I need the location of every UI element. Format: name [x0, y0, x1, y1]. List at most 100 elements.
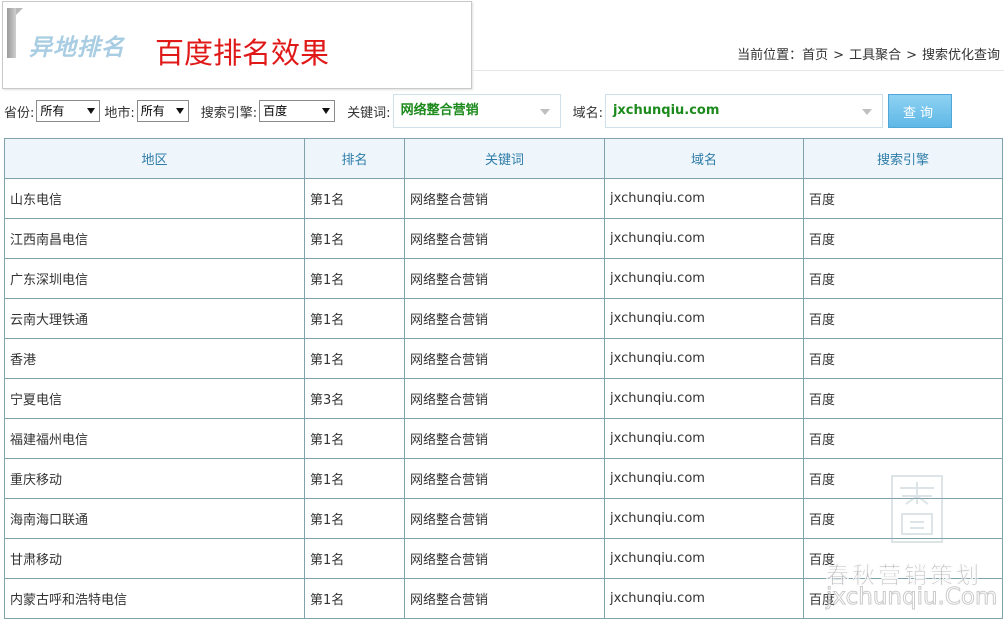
cell-keyword: 网络整合营销: [404, 258, 605, 299]
breadcrumb: 当前位置：首页 > 工具聚合 > 搜索优化查询: [737, 44, 1000, 63]
cell-keyword: 网络整合营销: [404, 418, 605, 459]
keyword-label: 关键词:: [347, 105, 391, 121]
table-row: 福建福州电信 第1名 网络整合营销 jxchunqiu.com 百度: [4, 418, 1003, 459]
filter-bar: 省份: 所有 地市: 所有 搜索引擎: 百度 关键词: 网络整合营销 域名: j…: [4, 92, 1002, 130]
cell-engine: 百度: [803, 338, 1003, 379]
city-value: 所有: [140, 104, 165, 118]
breadcrumb-separator: >: [906, 48, 917, 63]
results-table: 地区 排名 关键词 域名 搜索引擎 山东电信 第1名 网络整合营销 jxchunqiu…: [4, 138, 1003, 619]
cell-domain: jxchunqiu.com: [604, 178, 804, 219]
cell-engine: 百度: [803, 258, 1003, 299]
corner-tab-decoration: [7, 8, 23, 58]
cell-region: 云南大理铁通: [4, 298, 305, 339]
breadcrumb-current: 搜索优化查询: [921, 48, 1000, 63]
page: 异地排名 百度排名效果 当前位置：首页 > 工具聚合 > 搜索优化查询 省份: 所有 地…: [0, 0, 1006, 622]
cell-domain: jxchunqiu.com: [604, 218, 804, 259]
header-divider: [472, 70, 1004, 71]
header-engine: 搜索引擎: [803, 138, 1003, 179]
header-region: 地区: [4, 138, 305, 179]
province-value: 所有: [40, 104, 65, 118]
header-banner: 异地排名 百度排名效果: [2, 1, 472, 89]
cell-domain: jxchunqiu.com: [604, 418, 804, 459]
cell-engine: 百度: [803, 298, 1003, 339]
cell-engine: 百度: [803, 218, 1003, 259]
keyword-value: 网络整合营销: [400, 103, 479, 118]
cell-rank: 第1名: [304, 538, 405, 579]
header-domain: 域名: [604, 138, 804, 179]
chevron-down-icon: [87, 108, 96, 114]
cell-keyword: 网络整合营销: [404, 458, 605, 499]
cell-rank: 第1名: [304, 338, 405, 379]
cell-region: 宁夏电信: [4, 378, 305, 419]
chevron-down-icon: [175, 108, 184, 114]
city-label: 地市:: [104, 105, 135, 121]
table-row: 山东电信 第1名 网络整合营销 jxchunqiu.com 百度: [4, 178, 1003, 219]
domain-label: 域名:: [572, 105, 603, 121]
cell-rank: 第3名: [304, 378, 405, 419]
cell-rank: 第1名: [304, 218, 405, 259]
cell-rank: 第1名: [304, 578, 405, 619]
seal-logo-icon: [891, 475, 943, 543]
cell-region: 福建福州电信: [4, 418, 305, 459]
watermark-en: jxchunqiu.Com: [825, 584, 998, 611]
keyword-combobox[interactable]: 网络整合营销: [392, 94, 561, 128]
breadcrumb-separator: >: [833, 48, 845, 63]
cell-domain: jxchunqiu.com: [604, 298, 804, 339]
cell-engine: 百度: [803, 178, 1003, 219]
cell-rank: 第1名: [304, 458, 405, 499]
cell-domain: jxchunqiu.com: [604, 578, 804, 619]
table-row: 重庆移动 第1名 网络整合营销 jxchunqiu.com 百度: [4, 458, 1003, 499]
chevron-down-icon: [861, 109, 872, 115]
engine-value: 百度: [263, 104, 288, 118]
cell-keyword: 网络整合营销: [404, 298, 605, 339]
cell-region: 广东深圳电信: [4, 258, 305, 299]
cell-engine: 百度: [803, 378, 1003, 419]
cell-region: 海南海口联通: [4, 498, 305, 539]
engine-select[interactable]: 百度: [259, 100, 336, 122]
breadcrumb-tools[interactable]: 工具聚合: [849, 48, 901, 63]
table-row: 香港 第1名 网络整合营销 jxchunqiu.com 百度: [4, 338, 1003, 379]
cell-domain: jxchunqiu.com: [604, 258, 804, 299]
cell-keyword: 网络整合营销: [404, 178, 605, 219]
city-select[interactable]: 所有: [136, 100, 189, 122]
chevron-down-icon: [539, 109, 550, 115]
cell-rank: 第1名: [304, 498, 405, 539]
table-body: 山东电信 第1名 网络整合营销 jxchunqiu.com 百度 江西南昌电信 第1名 网络整…: [4, 178, 1003, 619]
page-title: 百度排名效果: [155, 36, 330, 70]
cell-keyword: 网络整合营销: [404, 378, 605, 419]
cell-rank: 第1名: [304, 418, 405, 459]
cell-domain: jxchunqiu.com: [604, 338, 804, 379]
cell-keyword: 网络整合营销: [404, 218, 605, 259]
cell-keyword: 网络整合营销: [404, 538, 605, 579]
engine-label: 搜索引擎:: [200, 105, 258, 121]
cell-domain: jxchunqiu.com: [604, 458, 804, 499]
cell-keyword: 网络整合营销: [404, 578, 605, 619]
header-rank: 排名: [304, 138, 405, 179]
header-keyword: 关键词: [404, 138, 605, 179]
breadcrumb-prefix: 当前位置：: [737, 48, 803, 63]
cell-region: 重庆移动: [4, 458, 305, 499]
cell-region: 江西南昌电信: [4, 218, 305, 259]
chevron-down-icon: [322, 108, 331, 114]
domain-combobox[interactable]: jxchunqiu.com: [604, 94, 883, 128]
cell-engine: 百度: [803, 418, 1003, 459]
cell-domain: jxchunqiu.com: [604, 538, 804, 579]
logo-text: 异地排名: [29, 35, 125, 61]
table-header-row: 地区 排名 关键词 域名 搜索引擎: [4, 138, 1003, 179]
breadcrumb-home[interactable]: 首页: [802, 48, 828, 63]
cell-rank: 第1名: [304, 298, 405, 339]
cell-domain: jxchunqiu.com: [604, 498, 804, 539]
query-button[interactable]: 查询: [887, 94, 952, 128]
province-label: 省份:: [4, 105, 35, 121]
cell-domain: jxchunqiu.com: [604, 378, 804, 419]
cell-rank: 第1名: [304, 258, 405, 299]
table-row: 广东深圳电信 第1名 网络整合营销 jxchunqiu.com 百度: [4, 258, 1003, 299]
table-row: 宁夏电信 第3名 网络整合营销 jxchunqiu.com 百度: [4, 378, 1003, 419]
province-select[interactable]: 所有: [36, 100, 101, 122]
cell-keyword: 网络整合营销: [404, 498, 605, 539]
cell-rank: 第1名: [304, 178, 405, 219]
cell-region: 内蒙古呼和浩特电信: [4, 578, 305, 619]
cell-region: 山东电信: [4, 178, 305, 219]
table-row: 江西南昌电信 第1名 网络整合营销 jxchunqiu.com 百度: [4, 218, 1003, 259]
table-row: 云南大理铁通 第1名 网络整合营销 jxchunqiu.com 百度: [4, 298, 1003, 339]
